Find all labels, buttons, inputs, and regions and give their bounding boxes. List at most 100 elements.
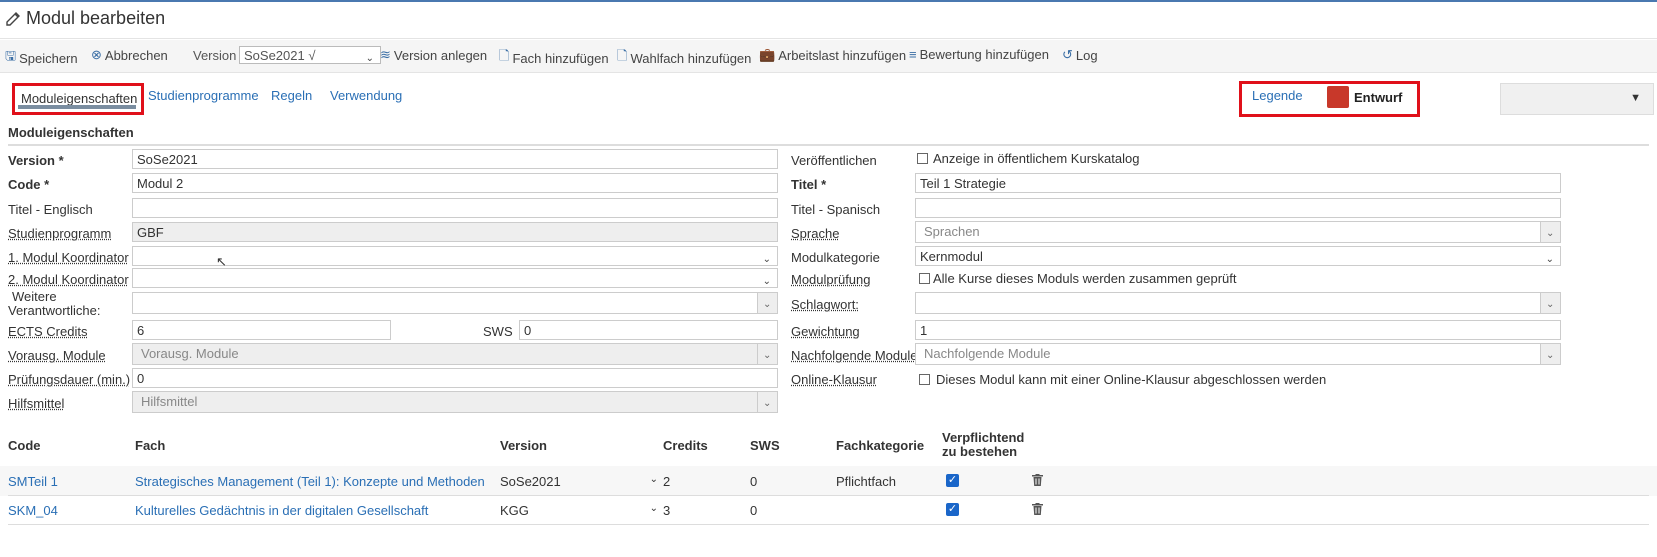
divider: [0, 38, 1657, 39]
floppy-icon: 🖫: [5, 48, 17, 63]
mandatory-checkbox[interactable]: ✓: [946, 503, 959, 516]
publish-checkbox[interactable]: Anzeige in öffentlichem Kurskatalog: [917, 151, 1139, 166]
title-field[interactable]: Teil 1 Strategie: [915, 173, 1561, 193]
tab-moduleigenschaften[interactable]: Moduleigenschaften: [12, 83, 144, 115]
col-header-sws: SWS: [750, 438, 780, 453]
program-field: GBF: [132, 222, 778, 242]
responsible-label: Weitere Verantwortliche:: [8, 289, 101, 318]
prereq-select[interactable]: Vorausg. Module ⌄: [132, 343, 778, 365]
col-header-credits: Credits: [663, 438, 708, 453]
file-plus-icon: 🗋: [499, 48, 510, 63]
pencil-icon: [6, 11, 20, 26]
sws-field[interactable]: 0: [519, 320, 778, 340]
row-version-select[interactable]: KGG ⌄: [500, 503, 658, 518]
save-button[interactable]: 🖫 Speichern: [5, 47, 78, 69]
cancel-circle-icon: ⊗: [91, 47, 102, 62]
cancel-button[interactable]: ⊗ Abbrechen: [91, 47, 168, 63]
tab-verwendung[interactable]: Verwendung: [330, 88, 402, 103]
add-workload-button[interactable]: 💼 Arbeitslast hinzufügen: [759, 47, 906, 63]
row-sws: 0: [750, 503, 758, 518]
aids-select[interactable]: Hilfsmittel ⌄: [132, 391, 778, 413]
chevron-down-icon: ⌄: [763, 299, 772, 310]
row-fach-link[interactable]: Kulturelles Gedächtnis in der digitalen …: [135, 503, 428, 518]
sws-label: SWS: [483, 324, 513, 339]
caret-down-icon: ▼: [1630, 92, 1641, 104]
row-fach-link[interactable]: Strategisches Management (Teil 1): Konze…: [135, 474, 485, 489]
chevron-down-icon: ⌄: [1546, 350, 1555, 361]
row-divider: [8, 524, 1649, 525]
active-tab-indicator: [18, 105, 136, 109]
chevron-down-icon: ⌄: [649, 474, 658, 485]
duration-label: Prüfungsdauer (min.): [8, 372, 131, 387]
row-version-select[interactable]: SoSe2021 ⌄: [500, 474, 658, 489]
history-icon: ↺: [1062, 47, 1073, 62]
mandatory-checkbox[interactable]: ✓: [946, 474, 959, 487]
add-elective-button[interactable]: 🗋 Wahlfach hinzufügen: [617, 47, 751, 69]
trash-icon[interactable]: [1032, 474, 1043, 489]
row-divider: [8, 495, 1649, 496]
weight-label: Gewichtung: [791, 324, 860, 339]
legend-link[interactable]: Legende: [1252, 88, 1303, 103]
coord2-label: 2. Modul Koordinator: [8, 272, 129, 287]
title-es-label: Titel - Spanisch: [791, 202, 881, 217]
keyword-select[interactable]: ⌄: [915, 292, 1561, 314]
coord1-select[interactable]: ⌄: [132, 246, 778, 266]
page-title-text: Modul bearbeiten: [26, 8, 166, 28]
category-label: Modulkategorie: [791, 250, 880, 265]
version-select[interactable]: SoSe2021 √ ⌄: [239, 46, 381, 64]
category-select[interactable]: Kernmodul ⌄: [915, 246, 1561, 266]
status-dropdown[interactable]: ▼: [1500, 83, 1654, 115]
section-title: Moduleigenschaften: [8, 125, 134, 140]
online-label: Online-Klausur: [791, 372, 877, 387]
responsible-select[interactable]: ⌄: [132, 292, 778, 314]
checkbox[interactable]: [919, 273, 930, 284]
chevron-down-icon: ⌄: [365, 53, 374, 64]
section-divider: [8, 144, 1649, 146]
language-label: Sprache: [791, 226, 840, 241]
title-en-label: Titel - Englisch: [8, 202, 93, 217]
col-header-fach: Fach: [135, 438, 166, 453]
page-title: Modul bearbeiten: [4, 8, 165, 29]
row-sws: 0: [750, 474, 758, 489]
log-button[interactable]: ↺ Log: [1062, 47, 1098, 63]
aids-label: Hilfsmittel: [8, 396, 65, 411]
file-plus-icon: 🗋: [617, 48, 628, 63]
chevron-down-icon: ⌄: [1546, 228, 1555, 239]
create-version-button[interactable]: ≋ Version anlegen: [380, 47, 487, 63]
row-code-link[interactable]: SMTeil 1: [8, 474, 58, 489]
prereq-label: Vorausg. Module: [8, 348, 106, 363]
title-es-field[interactable]: [915, 198, 1561, 218]
briefcase-icon: 💼: [759, 47, 776, 62]
version-label: Version: [193, 48, 237, 63]
col-header-mandatory: Verpflichtend zu bestehen: [942, 430, 1025, 459]
chevron-down-icon: ⌄: [649, 503, 658, 514]
duration-field[interactable]: 0: [132, 368, 778, 388]
code-field[interactable]: Modul 2: [132, 173, 778, 193]
version-field[interactable]: SoSe2021: [132, 149, 778, 169]
chevron-down-icon: ⌄: [762, 254, 771, 265]
exam-label: Modulprüfung: [791, 272, 871, 287]
online-checkbox[interactable]: Dieses Modul kann mit einer Online-Klaus…: [919, 372, 1326, 387]
checkbox[interactable]: [917, 153, 928, 164]
row-code-link[interactable]: SKM_04: [8, 503, 58, 518]
tab-regeln[interactable]: Regeln: [271, 88, 312, 103]
col-header-code: Code: [8, 438, 41, 453]
row-credits: 2: [663, 474, 671, 489]
checkbox[interactable]: [919, 374, 930, 385]
ects-field[interactable]: 6: [132, 320, 391, 340]
add-subject-button[interactable]: 🗋 Fach hinzufügen: [499, 47, 609, 69]
add-rating-button[interactable]: ≡ Bewertung hinzufügen: [909, 47, 1049, 62]
exam-checkbox[interactable]: Alle Kurse dieses Moduls werden zusammen…: [919, 271, 1236, 286]
tab-studienprogramme[interactable]: Studienprogramme: [148, 88, 259, 103]
coord2-select[interactable]: ⌄: [132, 268, 778, 288]
language-select[interactable]: Sprachen ⌄: [915, 221, 1561, 243]
chevron-down-icon: ⌄: [1546, 299, 1555, 310]
status-text: Entwurf: [1354, 90, 1403, 105]
trash-icon[interactable]: [1032, 503, 1043, 518]
following-select[interactable]: Nachfolgende Module ⌄: [915, 343, 1561, 365]
row-category: Pflichtfach: [836, 474, 896, 489]
col-header-version: Version: [500, 438, 547, 453]
title-en-field[interactable]: [132, 198, 778, 218]
chevron-down-icon: ⌄: [762, 276, 771, 287]
weight-field[interactable]: 1: [915, 320, 1561, 340]
